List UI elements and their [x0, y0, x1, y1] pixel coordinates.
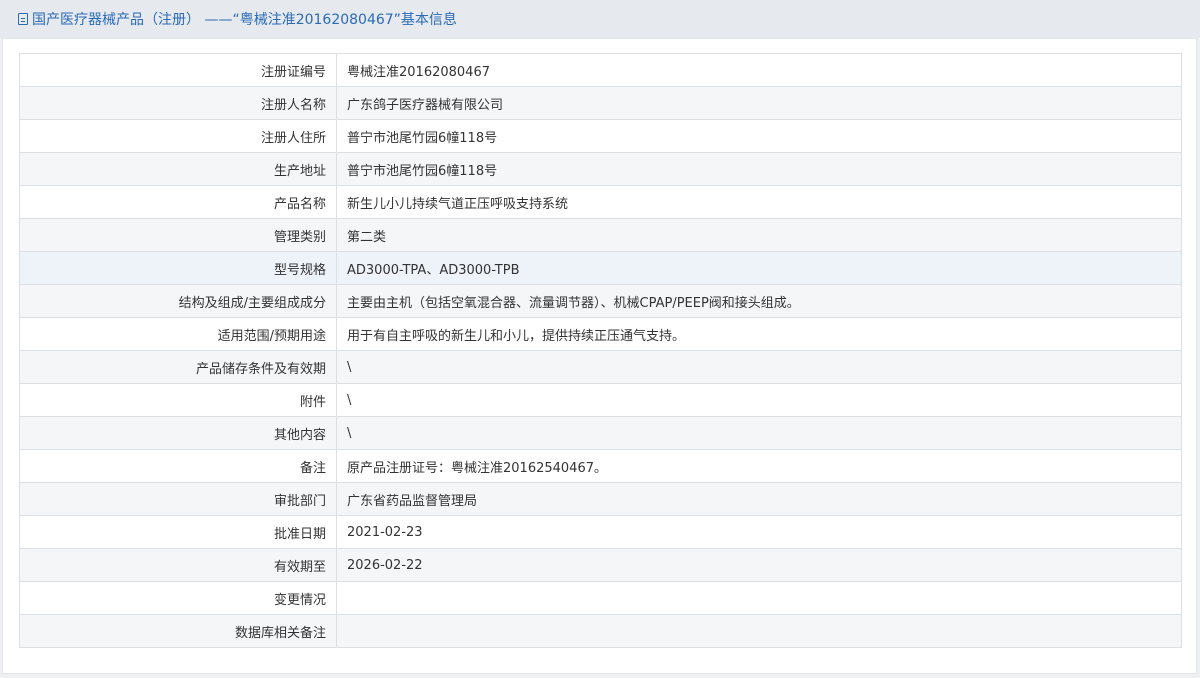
row-value: 普宁市池尾竹园6幢118号	[336, 119, 1182, 153]
row-label: 数据库相关备注	[19, 614, 337, 648]
info-panel: 注册证编号 粤械注准20162080467 注册人名称 广东鸽子医疗器械有限公司…	[2, 38, 1197, 674]
row-label: 变更情况	[19, 581, 337, 615]
table-row: 数据库相关备注	[19, 614, 1182, 648]
page-title: 国产医疗器械产品（注册） ——“粤械注准20162080467”基本信息	[32, 12, 457, 28]
row-value: 普宁市池尾竹园6幢118号	[336, 152, 1182, 186]
row-label: 有效期至	[19, 548, 337, 582]
table-row: 附件 \	[19, 383, 1182, 417]
table-row: 变更情况	[19, 581, 1182, 615]
table-row: 批准日期 2021-02-23	[19, 515, 1182, 549]
row-label: 附件	[19, 383, 337, 417]
row-value: 第二类	[336, 218, 1182, 252]
table-row: 审批部门 广东省药品监督管理局	[19, 482, 1182, 516]
row-label: 审批部门	[19, 482, 337, 516]
row-value	[336, 614, 1182, 648]
row-label: 管理类别	[19, 218, 337, 252]
row-value: 2026-02-22	[336, 548, 1182, 582]
row-label: 注册人名称	[19, 86, 337, 120]
row-label: 产品储存条件及有效期	[19, 350, 337, 384]
table-row: 适用范围/预期用途 用于有自主呼吸的新生儿和小儿，提供持续正压通气支持。	[19, 317, 1182, 351]
row-value: \	[336, 416, 1182, 450]
document-icon	[18, 13, 28, 25]
table-row: 型号规格 AD3000-TPA、AD3000-TPB	[19, 251, 1182, 285]
table-row: 产品储存条件及有效期 \	[19, 350, 1182, 384]
row-value: 广东鸽子医疗器械有限公司	[336, 86, 1182, 120]
row-value: 用于有自主呼吸的新生儿和小儿，提供持续正压通气支持。	[336, 317, 1182, 351]
table-row: 其他内容 \	[19, 416, 1182, 450]
table-row: 备注 原产品注册证号：粤械注准20162540467。	[19, 449, 1182, 483]
row-label: 结构及组成/主要组成成分	[19, 284, 337, 318]
table-row: 有效期至 2026-02-22	[19, 548, 1182, 582]
row-value: \	[336, 350, 1182, 384]
row-value: AD3000-TPA、AD3000-TPB	[336, 251, 1182, 285]
row-label: 型号规格	[19, 251, 337, 285]
table-row: 注册证编号 粤械注准20162080467	[19, 53, 1182, 87]
row-value: 原产品注册证号：粤械注准20162540467。	[336, 449, 1182, 483]
row-value: \	[336, 383, 1182, 417]
row-label: 注册人住所	[19, 119, 337, 153]
row-label: 备注	[19, 449, 337, 483]
table-row: 生产地址 普宁市池尾竹园6幢118号	[19, 152, 1182, 186]
row-label: 注册证编号	[19, 53, 337, 87]
table-row: 管理类别 第二类	[19, 218, 1182, 252]
table-row: 注册人名称 广东鸽子医疗器械有限公司	[19, 86, 1182, 120]
row-label: 适用范围/预期用途	[19, 317, 337, 351]
info-table: 注册证编号 粤械注准20162080467 注册人名称 广东鸽子医疗器械有限公司…	[19, 53, 1182, 648]
row-value	[336, 581, 1182, 615]
row-value: 粤械注准20162080467	[336, 53, 1182, 87]
row-value: 新生儿小儿持续气道正压呼吸支持系统	[336, 185, 1182, 219]
table-row: 结构及组成/主要组成成分 主要由主机（包括空氧混合器、流量调节器）、机械CPAP…	[19, 284, 1182, 318]
row-value: 主要由主机（包括空氧混合器、流量调节器）、机械CPAP/PEEP阀和接头组成。	[336, 284, 1182, 318]
table-row: 产品名称 新生儿小儿持续气道正压呼吸支持系统	[19, 185, 1182, 219]
table-row: 注册人住所 普宁市池尾竹园6幢118号	[19, 119, 1182, 153]
row-label: 产品名称	[19, 185, 337, 219]
row-label: 批准日期	[19, 515, 337, 549]
row-value: 2021-02-23	[336, 515, 1182, 549]
row-value: 广东省药品监督管理局	[336, 482, 1182, 516]
row-label: 其他内容	[19, 416, 337, 450]
page-header: 国产医疗器械产品（注册） ——“粤械注准20162080467”基本信息	[0, 0, 1200, 38]
row-label: 生产地址	[19, 152, 337, 186]
